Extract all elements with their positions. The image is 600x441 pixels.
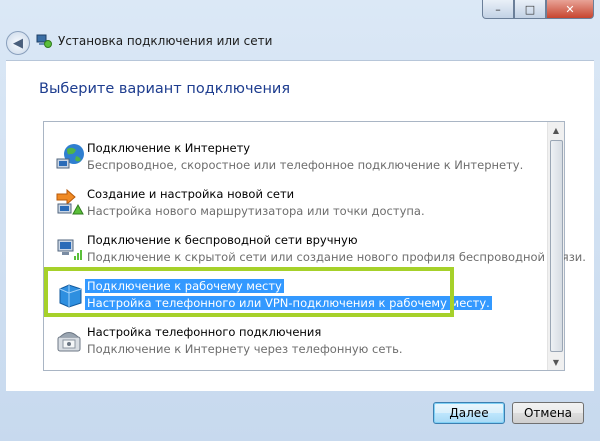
content-area: Выберите вариант подключения Подключение… bbox=[6, 60, 594, 391]
option-internet[interactable]: Подключение к Интернету Беспроводное, ск… bbox=[44, 134, 546, 180]
connection-options-list: Подключение к Интернету Беспроводное, ск… bbox=[43, 121, 586, 371]
globe-network-icon bbox=[56, 144, 84, 169]
minimize-button[interactable]: – bbox=[482, 0, 514, 19]
new-network-icon bbox=[56, 188, 84, 215]
page-heading: Выберите вариант подключения bbox=[39, 81, 291, 97]
option-title: Подключение к Интернету bbox=[87, 141, 251, 155]
dialog-window: – □ ✕ ◀ Установка подключения или сети В… bbox=[0, 0, 600, 441]
highlight-frame bbox=[44, 267, 454, 317]
option-title: Настройка телефонного подключения bbox=[87, 325, 322, 339]
window-controls: – □ ✕ bbox=[482, 0, 594, 19]
title-bar: – □ ✕ ◀ Установка подключения или сети bbox=[0, 0, 600, 60]
scroll-up-arrow-icon[interactable]: ▲ bbox=[548, 122, 564, 138]
next-button[interactable]: Далее bbox=[433, 402, 505, 424]
option-description: Беспроводное, скоростное или телефонное … bbox=[87, 158, 524, 172]
option-description: Подключение к Интернету через телефонную… bbox=[87, 342, 403, 356]
cancel-button[interactable]: Отмена bbox=[512, 402, 584, 424]
option-description: Подключение к скрытой сети или создание … bbox=[87, 250, 586, 264]
back-arrow-icon: ◀ bbox=[13, 35, 23, 51]
dialup-phone-icon bbox=[57, 332, 81, 352]
option-dialup[interactable]: Настройка телефонного подключения Подклю… bbox=[44, 318, 546, 364]
option-title: Подключение к беспроводной сети вручную bbox=[87, 233, 358, 247]
close-button[interactable]: ✕ bbox=[546, 0, 594, 19]
button-bar: Далее Отмена bbox=[0, 391, 600, 441]
option-title: Создание и настройка новой сети bbox=[87, 187, 295, 201]
scrollbar-thumb[interactable] bbox=[550, 140, 563, 352]
option-description: Настройка нового маршрутизатора или точк… bbox=[87, 204, 425, 218]
option-wireless-manual[interactable]: Подключение к беспроводной сети вручную … bbox=[44, 226, 586, 272]
network-setup-icon bbox=[36, 34, 52, 48]
wireless-network-icon bbox=[57, 239, 82, 260]
window-title: Установка подключения или сети bbox=[58, 34, 273, 48]
option-new-network[interactable]: Создание и настройка новой сети Настройк… bbox=[44, 180, 546, 226]
list-scrollbar[interactable]: ▲ ▼ bbox=[547, 122, 564, 370]
scroll-down-arrow-icon[interactable]: ▼ bbox=[548, 354, 564, 370]
back-button[interactable]: ◀ bbox=[6, 31, 30, 55]
maximize-button[interactable]: □ bbox=[514, 0, 546, 19]
